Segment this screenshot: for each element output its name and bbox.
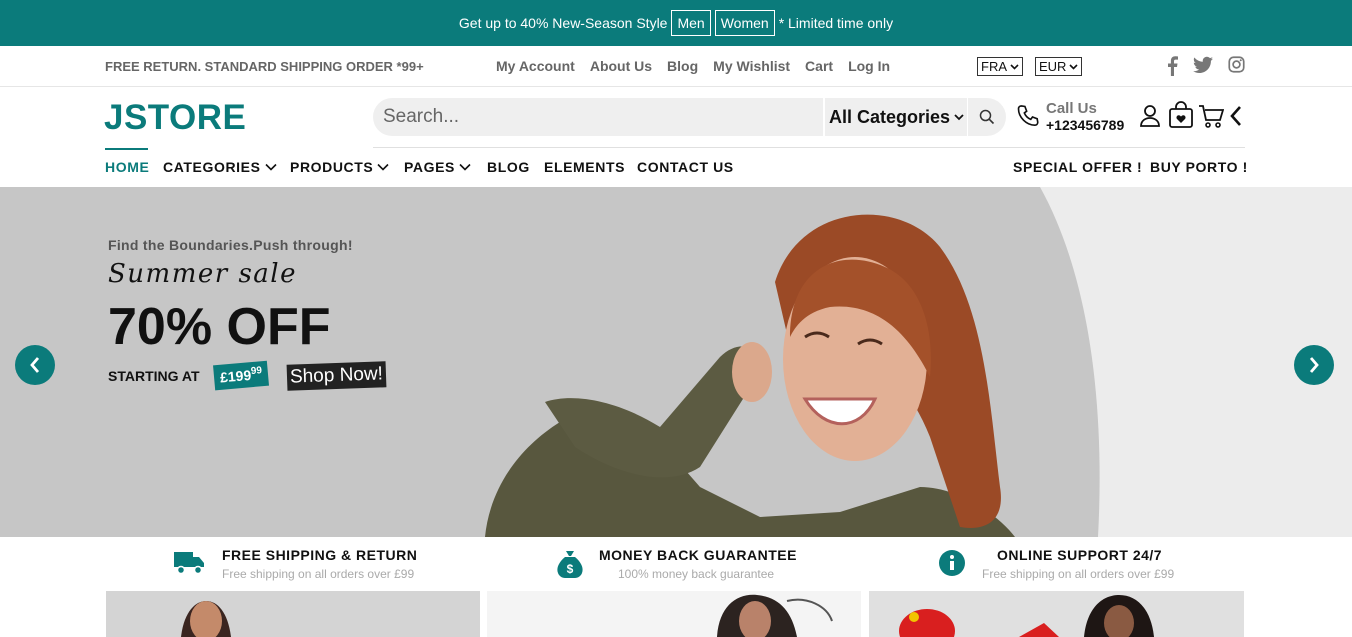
chevron-down-icon xyxy=(377,163,389,171)
phone-icon xyxy=(1017,105,1039,126)
chevron-down-icon xyxy=(1010,63,1019,70)
chevron-down-icon xyxy=(264,163,277,171)
search-button[interactable] xyxy=(968,98,1006,136)
call-us-label: Call Us xyxy=(1046,100,1097,117)
nav-pages-label: PAGES xyxy=(404,159,455,175)
user-icon[interactable] xyxy=(1139,104,1161,128)
shop-now-button[interactable]: Shop Now! xyxy=(286,361,387,391)
hero-slider: Find the Boundaries.Push through! Summer… xyxy=(0,187,1352,537)
language-value: FRA xyxy=(981,59,1007,74)
hero-headline: 70% OFF xyxy=(108,298,331,356)
link-cart[interactable]: Cart xyxy=(805,58,833,74)
service-money-back: MONEY BACK GUARANTEE 100% money back gua… xyxy=(599,547,797,581)
service-money-back-title: MONEY BACK GUARANTEE xyxy=(599,547,797,563)
chevron-left-icon[interactable] xyxy=(1229,105,1243,127)
nav-contact-us[interactable]: CONTACT US xyxy=(637,159,734,175)
service-shipping: FREE SHIPPING & RETURN Free shipping on … xyxy=(222,547,417,581)
service-support: ONLINE SUPPORT 24/7 Free shipping on all… xyxy=(982,547,1174,581)
banner-1-image xyxy=(181,601,231,637)
nav-special-offer-label: SPECIAL OFFER ! xyxy=(1013,159,1143,175)
language-select[interactable]: FRA xyxy=(977,57,1023,76)
nav-home-label: HOME xyxy=(105,159,150,175)
banner-2-image xyxy=(717,594,833,637)
nav-blog[interactable]: BLOG xyxy=(487,159,530,175)
promo-women-button[interactable]: Women xyxy=(714,10,775,36)
service-shipping-subtitle: Free shipping on all orders over £99 xyxy=(222,567,415,581)
nav-pages[interactable]: PAGES xyxy=(404,159,471,175)
money-bag-icon: $ xyxy=(557,551,583,578)
nav-buy-porto-label: BUY PORTO ! xyxy=(1150,159,1248,175)
currency-value: EUR xyxy=(1039,59,1067,74)
nav-categories-label: CATEGORIES xyxy=(163,159,261,175)
facebook-icon[interactable] xyxy=(1165,56,1179,76)
services-bar: FREE SHIPPING & RETURN Free shipping on … xyxy=(0,537,1352,591)
hero-starting-label: STARTING AT xyxy=(108,368,200,384)
nav-categories[interactable]: CATEGORIES xyxy=(163,159,277,175)
shipping-notice: FREE RETURN. STANDARD SHIPPING ORDER *99… xyxy=(105,59,424,74)
category-value: All Categories xyxy=(829,106,951,127)
promo-men-button[interactable]: Men xyxy=(671,10,711,36)
chevron-right-icon xyxy=(1309,357,1319,373)
cart-icon[interactable] xyxy=(1198,103,1224,129)
nav-elements[interactable]: ELEMENTS xyxy=(544,159,625,175)
active-indicator xyxy=(105,148,148,150)
promo-text: Get up to 40% New-Season Style xyxy=(458,15,668,31)
hero-price: £199 xyxy=(219,366,252,386)
nav-products-label: PRODUCTS xyxy=(290,159,374,175)
nav-contact-us-label: CONTACT US xyxy=(637,159,734,175)
wishlist-bag-icon[interactable] xyxy=(1168,101,1194,129)
hero-price-cents: 99 xyxy=(250,365,263,378)
service-support-title: ONLINE SUPPORT 24/7 xyxy=(997,547,1163,563)
phone-number[interactable]: +123456789 xyxy=(1046,117,1124,133)
main-header: JSTORE All Categories Call Us +123456789 xyxy=(0,87,1352,147)
link-blog[interactable]: Blog xyxy=(667,58,698,74)
svg-text:$: $ xyxy=(567,562,574,576)
nav-blog-label: BLOG xyxy=(487,159,530,175)
link-my-account[interactable]: My Account xyxy=(496,58,575,74)
top-links: My Account About Us Blog My Wishlist Car… xyxy=(496,58,890,74)
chevron-down-icon xyxy=(954,113,964,120)
chevron-down-icon xyxy=(1069,63,1079,70)
category-select[interactable]: All Categories xyxy=(825,98,967,136)
slider-next-button[interactable] xyxy=(1294,345,1334,385)
banner-3-image xyxy=(899,595,1154,637)
chevron-down-icon xyxy=(459,163,471,171)
site-logo[interactable]: JSTORE xyxy=(104,98,246,138)
link-my-wishlist[interactable]: My Wishlist xyxy=(713,58,790,74)
twitter-icon[interactable] xyxy=(1193,56,1213,74)
chevron-left-icon xyxy=(30,357,40,373)
service-shipping-title: FREE SHIPPING & RETURN xyxy=(222,547,418,563)
hero-tagline: Find the Boundaries.Push through! xyxy=(108,237,353,253)
nav-products[interactable]: PRODUCTS xyxy=(290,159,389,175)
promo-limited-text: * Limited time only xyxy=(778,15,894,31)
slider-prev-button[interactable] xyxy=(15,345,55,385)
nav-elements-label: ELEMENTS xyxy=(544,159,626,175)
top-bar: FREE RETURN. STANDARD SHIPPING ORDER *99… xyxy=(0,46,1352,87)
service-money-back-subtitle: 100% money back guarantee xyxy=(618,567,775,581)
search-icon xyxy=(979,109,995,125)
service-support-subtitle: Free shipping on all orders over £99 xyxy=(982,567,1175,581)
link-log-in[interactable]: Log In xyxy=(848,58,890,74)
promo-banner-1[interactable] xyxy=(106,591,480,637)
currency-select[interactable]: EUR xyxy=(1035,57,1083,76)
nav-buy-porto[interactable]: BUY PORTO ! xyxy=(1150,159,1248,175)
nav-home[interactable]: HOME xyxy=(105,159,149,175)
hero-price-badge: £19999 xyxy=(213,360,270,390)
call-us: Call Us +123456789 xyxy=(1046,100,1124,134)
promo-banner-2[interactable] xyxy=(487,591,861,637)
instagram-icon[interactable] xyxy=(1228,56,1245,73)
info-icon xyxy=(939,550,965,576)
promo-banner-3[interactable] xyxy=(869,591,1244,637)
hero-script-title: Summer sale xyxy=(108,259,297,289)
main-nav: HOME CATEGORIES PRODUCTS PAGES BLOG ELEM… xyxy=(0,148,1352,187)
link-about-us[interactable]: About Us xyxy=(590,58,652,74)
promo-bar: Get up to 40% New-Season Style Men Women… xyxy=(0,0,1352,46)
nav-special-offer[interactable]: SPECIAL OFFER ! xyxy=(1013,159,1142,175)
search-input[interactable] xyxy=(373,98,823,136)
truck-icon xyxy=(174,552,204,575)
